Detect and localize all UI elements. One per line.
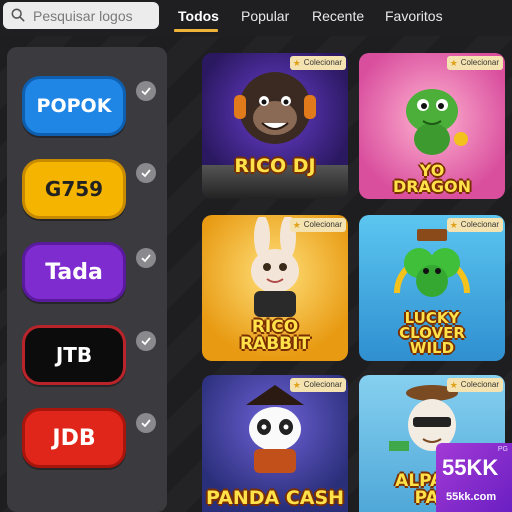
check-icon[interactable] (136, 331, 156, 351)
game-title: RICO DJ (234, 155, 316, 177)
tab-recente[interactable]: Recente (312, 8, 364, 24)
check-icon[interactable] (136, 163, 156, 183)
watermark-brand: 55KK (442, 455, 499, 480)
game-card-rico-dj[interactable]: ★ Colecionar RICO DJ (202, 53, 348, 199)
logo-sidebar: POPOK G759 Tada JTB JDB (7, 47, 167, 512)
star-icon: ★ (292, 380, 301, 390)
game-card-yo-dragon[interactable]: ★ Colecionar YO DRAGON (359, 53, 505, 199)
star-icon: ★ (449, 58, 458, 68)
game-title: YO DRAGON (392, 161, 472, 196)
tab-todos[interactable]: Todos (178, 8, 219, 24)
star-icon: ★ (292, 220, 301, 230)
game-card-rico-rabbit[interactable]: ★ Colecionar RICO RABBIT (202, 215, 348, 361)
game-title: LUCKY CLOVER WILD (399, 309, 465, 357)
badge-label: Colecionar (303, 58, 342, 67)
logo-g759[interactable]: G759 (22, 159, 126, 219)
top-bar: Pesquisar logos Todos Popular Recente Fa… (0, 0, 512, 36)
star-icon: ★ (449, 380, 458, 390)
collect-badge[interactable]: ★ Colecionar (289, 378, 346, 392)
search-icon (11, 8, 25, 22)
badge-label: Colecionar (303, 220, 342, 229)
tab-favoritos[interactable]: Favoritos (385, 8, 443, 24)
search-input[interactable]: Pesquisar logos (3, 2, 159, 29)
logo-tada[interactable]: Tada (22, 242, 126, 302)
collect-badge[interactable]: ★ Colecionar (446, 56, 503, 70)
logo-popok[interactable]: POPOK (22, 76, 126, 136)
badge-label: Colecionar (460, 220, 499, 229)
collect-badge[interactable]: ★ Colecionar (446, 218, 503, 232)
active-tab-indicator (174, 29, 218, 32)
watermark-site: 55kk.com (446, 491, 497, 503)
rabbit-illustration (251, 217, 299, 317)
logo-jtb[interactable]: JTB (22, 325, 126, 385)
clover-illustration (394, 229, 470, 297)
collect-badge[interactable]: ★ Colecionar (289, 218, 346, 232)
star-icon: ★ (449, 220, 458, 230)
collect-badge[interactable]: ★ Colecionar (289, 56, 346, 70)
game-card-panda-cash[interactable]: ★ Colecionar PANDA CASH (202, 375, 348, 512)
brand-watermark: PG 55KK 55kk.com (436, 443, 512, 512)
star-icon: ★ (292, 58, 301, 68)
dragon-illustration (406, 89, 468, 155)
badge-label: Colecionar (460, 58, 499, 67)
tab-popular[interactable]: Popular (241, 8, 289, 24)
badge-label: Colecionar (303, 380, 342, 389)
panda-illustration (246, 385, 304, 473)
watermark-version: PG (497, 446, 508, 453)
check-icon[interactable] (136, 248, 156, 268)
game-card-lucky-clover-wild[interactable]: ★ Colecionar LUCKY CLOVER WILD (359, 215, 505, 361)
collect-badge[interactable]: ★ Colecionar (446, 378, 503, 392)
game-title: PANDA CASH (205, 487, 345, 509)
check-icon[interactable] (136, 413, 156, 433)
badge-label: Colecionar (460, 380, 499, 389)
gorilla-illustration (234, 72, 316, 144)
search-placeholder: Pesquisar logos (33, 8, 133, 24)
game-title: RICO RABBIT (239, 317, 311, 354)
check-icon[interactable] (136, 81, 156, 101)
logo-jdb[interactable]: JDB (22, 408, 126, 468)
